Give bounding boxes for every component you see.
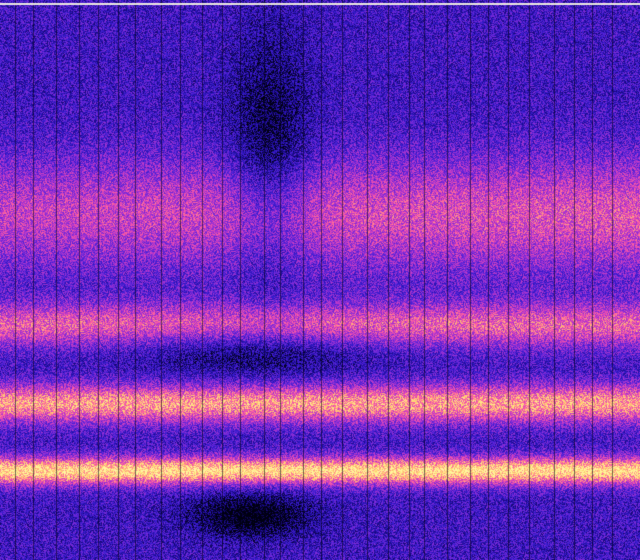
spectrogram-view	[0, 0, 640, 560]
spectrogram-canvas	[0, 0, 640, 560]
